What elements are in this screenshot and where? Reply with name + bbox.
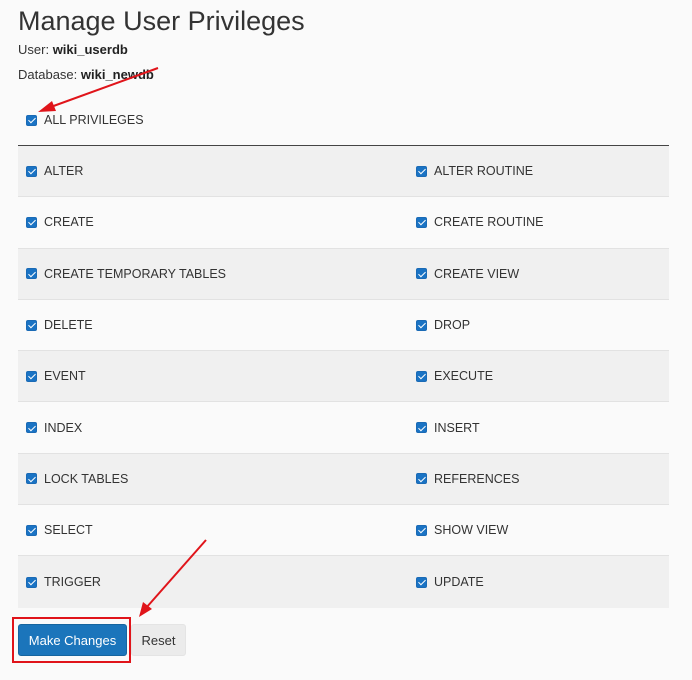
privilege-checkbox[interactable] [416, 268, 427, 280]
privilege-label: CREATE [44, 215, 94, 230]
privilege-row: DELETE DROP [18, 299, 669, 352]
privileges-grid: ALTER ALTER ROUTINE CREATE CREATE ROUTIN… [18, 146, 669, 608]
database-label: Database: [18, 67, 78, 82]
reset-button[interactable]: Reset [131, 624, 186, 656]
privilege-row: INDEX INSERT [18, 402, 669, 454]
privilege-index[interactable]: INDEX [26, 421, 82, 435]
privilege-label: INSERT [434, 420, 480, 435]
privilege-references[interactable]: REFERENCES [416, 472, 519, 486]
privilege-row: TRIGGER UPDATE [18, 556, 669, 608]
privilege-checkbox[interactable] [26, 268, 37, 280]
privilege-checkbox[interactable] [26, 370, 37, 382]
user-name: wiki_userdb [52, 42, 128, 57]
privilege-checkbox[interactable] [26, 576, 37, 588]
privilege-checkbox[interactable] [26, 422, 37, 434]
privilege-label: SELECT [44, 523, 93, 538]
privilege-checkbox[interactable] [416, 319, 427, 331]
privilege-checkbox[interactable] [26, 165, 37, 177]
privilege-checkbox[interactable] [26, 524, 37, 536]
privilege-trigger[interactable]: TRIGGER [26, 575, 101, 589]
privilege-drop[interactable]: DROP [416, 318, 470, 332]
privilege-label: ALTER [44, 164, 84, 179]
privilege-label: DROP [434, 318, 471, 333]
privilege-checkbox[interactable] [416, 473, 427, 485]
privilege-label: CREATE TEMPORARY TABLES [44, 266, 227, 281]
privilege-label: TRIGGER [44, 575, 101, 590]
privilege-row: CREATE CREATE ROUTINE [18, 197, 669, 249]
privilege-lock-tables[interactable]: LOCK TABLES [26, 472, 128, 486]
privilege-row: CREATE TEMPORARY TABLES CREATE VIEW [18, 248, 669, 300]
user-label: User: [18, 42, 50, 57]
privilege-label: LOCK TABLES [44, 471, 129, 486]
privilege-checkbox[interactable] [416, 576, 427, 588]
privilege-delete[interactable]: DELETE [26, 318, 93, 332]
privilege-insert[interactable]: INSERT [416, 421, 480, 435]
user-info: User: wiki_userdb [18, 42, 128, 57]
privilege-create-temporary-tables[interactable]: CREATE TEMPORARY TABLES [26, 267, 226, 281]
privilege-row: EVENT EXECUTE [18, 351, 669, 403]
all-privileges-checkbox[interactable] [26, 114, 37, 126]
privilege-select[interactable]: SELECT [26, 523, 93, 537]
all-privileges-label: ALL PRIVILEGES [44, 113, 144, 127]
privilege-create[interactable]: CREATE [26, 215, 94, 229]
privilege-checkbox[interactable] [416, 422, 427, 434]
privilege-alter[interactable]: ALTER [26, 164, 83, 178]
privilege-update[interactable]: UPDATE [416, 575, 484, 589]
privilege-label: DELETE [44, 318, 93, 333]
privilege-label: EXECUTE [434, 369, 494, 384]
privilege-row: LOCK TABLES REFERENCES [18, 453, 669, 506]
privilege-create-routine[interactable]: CREATE ROUTINE [416, 215, 544, 229]
privilege-event[interactable]: EVENT [26, 369, 86, 383]
privilege-label: EVENT [44, 369, 86, 384]
privilege-label: SHOW VIEW [434, 523, 509, 538]
privilege-checkbox[interactable] [416, 165, 427, 177]
privilege-label: CREATE VIEW [434, 266, 520, 281]
privilege-checkbox[interactable] [416, 370, 427, 382]
privilege-checkbox[interactable] [416, 216, 427, 228]
page-title: Manage User Privileges [18, 6, 305, 36]
database-info: Database: wiki_newdb [18, 67, 154, 82]
privilege-label: UPDATE [434, 575, 484, 590]
make-changes-button[interactable]: Make Changes [18, 624, 127, 656]
privilege-alter-routine[interactable]: ALTER ROUTINE [416, 164, 533, 178]
privilege-row: ALTER ALTER ROUTINE [18, 146, 669, 198]
privilege-checkbox[interactable] [26, 216, 37, 228]
privilege-execute[interactable]: EXECUTE [416, 369, 493, 383]
all-privileges-option[interactable]: ALL PRIVILEGES [26, 112, 144, 128]
privilege-label: ALTER ROUTINE [434, 164, 534, 179]
privilege-create-view[interactable]: CREATE VIEW [416, 267, 519, 281]
privilege-checkbox[interactable] [416, 524, 427, 536]
privilege-row: SELECT SHOW VIEW [18, 505, 669, 557]
privilege-show-view[interactable]: SHOW VIEW [416, 523, 508, 537]
privilege-label: INDEX [44, 420, 83, 435]
privilege-checkbox[interactable] [26, 473, 37, 485]
privilege-checkbox[interactable] [26, 319, 37, 331]
privilege-label: REFERENCES [434, 471, 520, 486]
privilege-label: CREATE ROUTINE [434, 215, 544, 230]
database-name: wiki_newdb [80, 67, 154, 82]
